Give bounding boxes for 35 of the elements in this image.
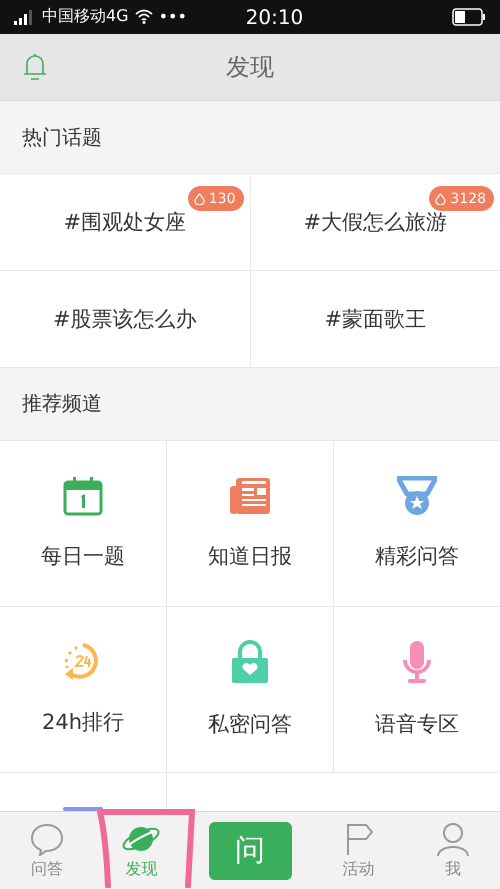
- calendar-icon: [63, 476, 103, 516]
- channel-label: 精彩问答: [375, 543, 459, 570]
- topic-tile[interactable]: #股票该怎么办: [0, 271, 250, 368]
- wifi-icon: [134, 9, 153, 24]
- microphone-icon: [402, 640, 432, 684]
- topic-tile[interactable]: #围观处女座 130: [0, 174, 250, 270]
- topic-tile[interactable]: #蒙面歌王: [250, 271, 500, 368]
- channel-icon: [63, 807, 104, 812]
- channel-tile[interactable]: 私密问答: [167, 606, 333, 772]
- channel-tile[interactable]: 每日一题: [0, 440, 166, 606]
- medal-icon: [397, 476, 437, 516]
- person-icon: [436, 822, 470, 856]
- channel-label: 语音专区: [375, 711, 459, 738]
- channel-tile[interactable]: 精彩问答: [334, 440, 500, 606]
- more-indicator: •••: [158, 7, 187, 26]
- chat-bubble-icon: [30, 822, 64, 856]
- battery-icon: [452, 8, 486, 26]
- carrier-label: 中国移动4G: [42, 6, 129, 28]
- channel-label: 私密问答: [208, 711, 292, 738]
- clock-time: 20:10: [244, 4, 304, 29]
- heat-badge: 130: [188, 186, 244, 212]
- bell-icon[interactable]: [22, 52, 48, 82]
- channel-label: 知道日报: [208, 543, 292, 570]
- newspaper-icon: [230, 476, 270, 516]
- topic-tile[interactable]: #大假怎么旅游 3128: [250, 174, 500, 270]
- channel-tile[interactable]: 语音专区: [334, 606, 500, 772]
- lock-icon: [230, 640, 270, 684]
- section-title: 热门话题: [21, 124, 103, 151]
- channel-label: 每日一题: [41, 543, 125, 570]
- heat-badge: 3128: [429, 186, 494, 212]
- channel-tile[interactable]: 知道日报: [167, 440, 333, 606]
- channel-label: 24h排行: [42, 709, 124, 736]
- channel-tile[interactable]: 24h排行: [0, 606, 166, 772]
- page-title: 发现: [226, 52, 274, 84]
- section-title: 推荐频道: [21, 390, 103, 418]
